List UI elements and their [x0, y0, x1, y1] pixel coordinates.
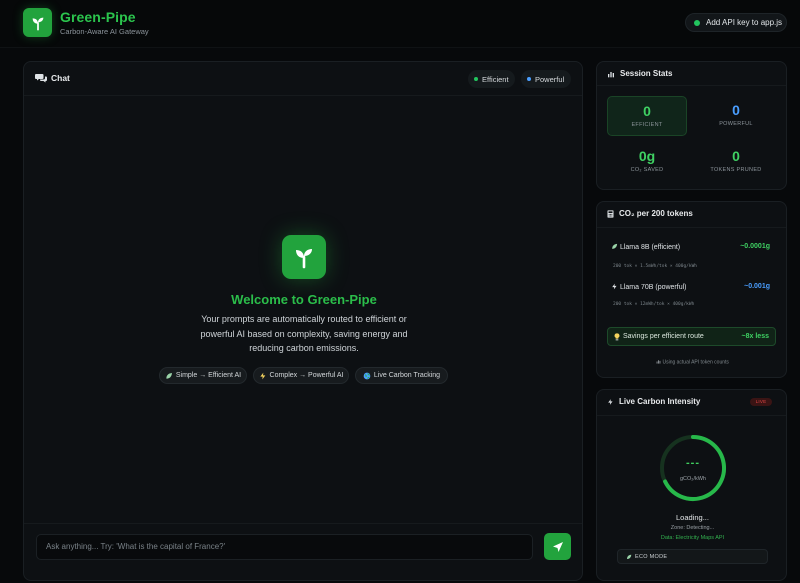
welcome-text: Your prompts are automatically routed to… — [200, 314, 408, 353]
stat-efficient-label: EFFICIENT — [631, 122, 663, 128]
live-carbon-panel: Live Carbon Intensity LIVE --- gCO₂/kWh … — [596, 389, 787, 581]
stat-co2-label: CO₂ SAVED — [630, 167, 664, 173]
model-calc: 200 tok × 1.5mWh/tok × 400g/kWh — [613, 264, 697, 269]
feature-label: Live Carbon Tracking — [373, 372, 441, 379]
co2-panel-title: CO₂ per 200 tokens — [607, 209, 693, 218]
divider — [597, 227, 786, 228]
zone-label: Zone: Detecting... — [670, 525, 715, 531]
api-token-note-label: Using actual API token counts — [662, 359, 729, 366]
chat-input[interactable]: Ask anything... Try: 'What is the capita… — [36, 534, 533, 560]
model-name: Llama 70B (powerful) — [619, 284, 687, 291]
bolt-icon — [608, 398, 613, 405]
session-stats-panel: Session Stats 0 EFFICIENT 0 POWERFUL 0g … — [596, 61, 787, 190]
welcome-title: Welcome to Green-Pipe — [231, 292, 377, 307]
lightbulb-icon — [614, 332, 620, 340]
chat-title: Chat — [35, 73, 70, 83]
bolt-icon — [612, 283, 617, 290]
divider — [597, 415, 786, 416]
app-header: Green-Pipe Carbon-Aware AI Gateway Add A… — [0, 0, 800, 48]
live-badge: LIVE — [750, 398, 772, 406]
powerful-dot-icon — [527, 77, 531, 81]
stat-tokens-label: TOKENS PRUNED — [710, 167, 762, 173]
mode-efficient-label: Efficient — [482, 74, 509, 84]
stat-powerful: 0 POWERFUL — [696, 96, 776, 136]
model-calc: 200 tok × 12mWh/tok × 400g/kWh — [613, 302, 695, 307]
stat-co2-value: 0g — [638, 148, 656, 164]
chat-header: Chat Efficient Powerful — [24, 62, 582, 96]
chat-title-label: Chat — [51, 73, 70, 83]
app-subtitle: Carbon-Aware AI Gateway — [60, 27, 149, 36]
send-icon — [552, 541, 563, 552]
app-title: Green-Pipe — [60, 9, 136, 25]
live-carbon-title: Live Carbon Intensity — [607, 397, 700, 406]
api-key-status-button[interactable]: Add API key to app.js — [685, 13, 787, 32]
stat-tokens-pruned: 0 TOKENS PRUNED — [696, 142, 776, 182]
mode-efficient-tag[interactable]: Efficient — [468, 70, 515, 88]
data-source-label: Data: Electricity Maps API — [660, 535, 725, 541]
efficient-dot-icon — [474, 77, 478, 81]
live-status: Loading... — [676, 513, 709, 522]
leaf-icon — [612, 243, 618, 249]
chat-panel: Chat Efficient Powerful Welcome to Green… — [23, 61, 583, 581]
api-key-label: Add API key to app.js — [706, 18, 783, 27]
co2-panel-label: CO₂ per 200 tokens — [619, 209, 693, 218]
bar-chart-icon — [656, 360, 661, 364]
savings-label: Savings per efficient route — [623, 333, 704, 340]
bar-chart-icon — [608, 71, 614, 77]
stat-powerful-label: POWERFUL — [719, 121, 753, 127]
chat-bubbles-icon — [35, 74, 47, 83]
model-co2-value: ~0.001g — [744, 283, 770, 290]
eco-mode-label: ECO MODE — [635, 553, 668, 560]
feature-label: Complex → Powerful AI — [269, 372, 344, 379]
status-dot-icon — [694, 20, 700, 26]
model-co2-value: ~0.0001g — [740, 243, 770, 250]
mode-powerful-tag[interactable]: Powerful — [521, 70, 571, 88]
welcome-sprout-icon — [282, 235, 326, 279]
divider — [597, 85, 786, 86]
co2-per-tokens-panel: CO₂ per 200 tokens Llama 8B (efficient) … — [596, 201, 787, 378]
stat-efficient-value: 0 — [643, 103, 651, 119]
feature-live-carbon-tracking: Live Carbon Tracking — [355, 367, 448, 384]
model-name: Llama 8B (efficient) — [619, 244, 681, 251]
feature-simple-efficient: Simple → Efficient AI — [159, 367, 247, 384]
mode-powerful-label: Powerful — [535, 74, 565, 84]
eco-mode-button[interactable]: ECO MODE — [617, 549, 768, 564]
gauge-unit: gCO₂/kWh — [680, 476, 706, 482]
sprout-logo-icon — [23, 8, 52, 37]
savings-value: ~8x less — [741, 333, 769, 340]
model-row-llama8b: Llama 8B (efficient) ~0.0001g — [611, 243, 776, 251]
globe-icon — [363, 372, 371, 379]
stat-tokens-value: 0 — [732, 148, 740, 164]
model-row-llama70b: Llama 70B (powerful) ~0.001g — [611, 283, 776, 291]
calculator-icon — [607, 209, 614, 218]
bolt-icon — [259, 372, 265, 379]
live-carbon-label: Live Carbon Intensity — [619, 397, 701, 406]
send-button[interactable] — [544, 533, 571, 560]
session-stats-title: Session Stats — [607, 69, 672, 78]
leaf-icon — [627, 554, 632, 559]
stat-co2-saved: 0g CO₂ SAVED — [607, 142, 687, 182]
leaf-icon — [166, 372, 172, 379]
composer: Ask anything... Try: 'What is the capita… — [24, 523, 582, 583]
feature-complex-powerful: Complex → Powerful AI — [253, 367, 349, 384]
stat-powerful-value: 0 — [732, 102, 740, 118]
session-stats-label: Session Stats — [620, 69, 673, 78]
gauge-value: --- — [686, 457, 700, 469]
stat-efficient: 0 EFFICIENT — [607, 96, 687, 136]
savings-row: Savings per efficient route ~8x less — [607, 327, 776, 346]
api-token-note: Using actual API token counts — [597, 359, 788, 366]
feature-label: Simple → Efficient AI — [175, 372, 242, 379]
